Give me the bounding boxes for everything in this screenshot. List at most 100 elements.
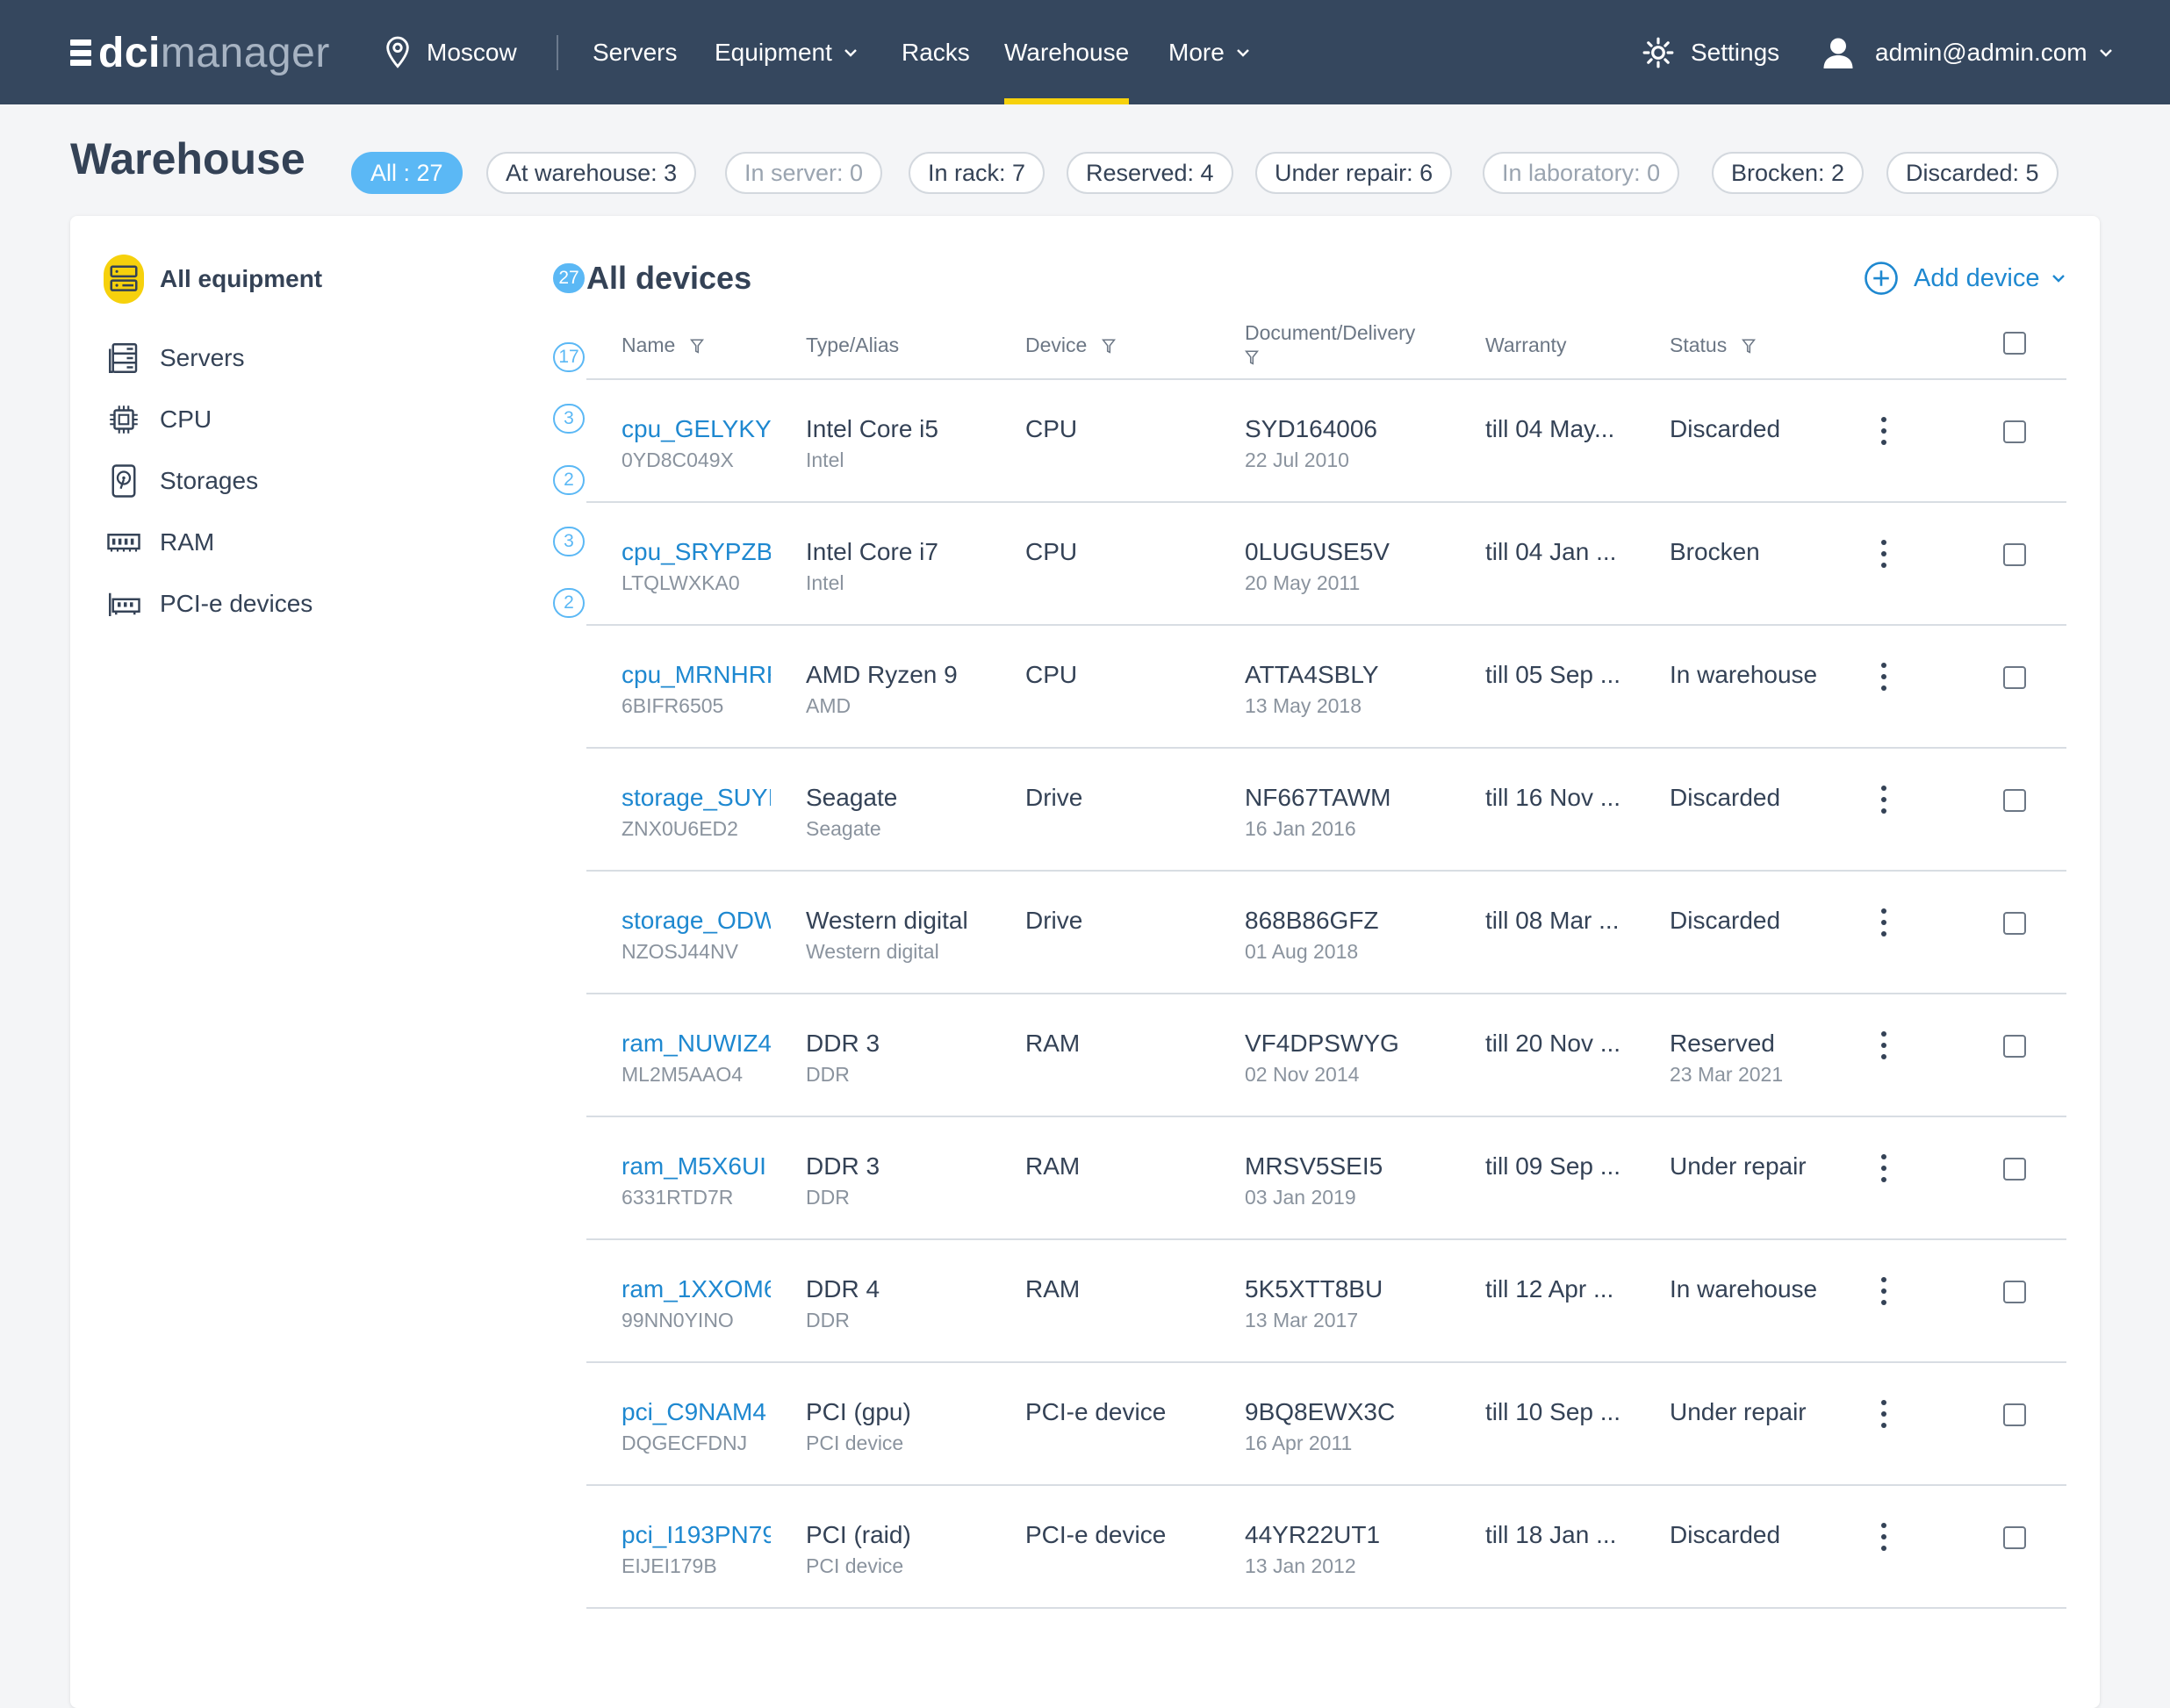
select-all-checkbox[interactable] (2003, 332, 2026, 355)
row-checkbox[interactable] (2003, 912, 2026, 935)
settings-label: Settings (1691, 38, 1780, 66)
device-serial: ML2M5AAO4 (622, 1063, 744, 1086)
column-header-device[interactable]: Device (1025, 334, 1116, 357)
warranty-value: till 08 Mar ... (1485, 907, 1620, 934)
column-header-type[interactable]: Type/Alias (806, 334, 899, 357)
sidebar-item-cpu[interactable]: CPU 3 (104, 393, 585, 446)
chevron-down-icon (2051, 275, 2065, 283)
device-kind: Drive (1025, 907, 1083, 934)
more-actions-icon[interactable] (1880, 417, 1887, 449)
filter-at-warehouse[interactable]: At warehouse: 3 (486, 152, 697, 194)
row-checkbox[interactable] (2003, 1035, 2026, 1058)
filter-in-server[interactable]: In server: 0 (725, 152, 883, 194)
table-row[interactable]: cpu_GELYKYS 0YD8C049X Intel Core i5 Intel CP… (586, 380, 2066, 503)
more-actions-icon[interactable] (1880, 1400, 1887, 1432)
sidebar-item-all-equipment[interactable]: All equipment 27 (104, 253, 585, 305)
more-actions-icon[interactable] (1880, 663, 1887, 694)
user-menu[interactable]: admin@admin.com (1822, 0, 2114, 104)
device-name-link[interactable]: cpu_GELYKYS (622, 415, 771, 443)
filter-in-rack[interactable]: In rack: 7 (909, 152, 1045, 194)
device-name-link[interactable]: ram_M5X6UI (622, 1152, 771, 1181)
table-row[interactable]: ram_1XXOM6 99NN0YINO DDR 4 DDR RAM 5K5XTT8BU 1… (586, 1240, 2066, 1363)
table-row[interactable]: pci_I193PN79 EIJEI179B PCI (raid) PCI devic… (586, 1486, 2066, 1609)
filter-brocken[interactable]: Brocken: 2 (1712, 152, 1865, 194)
table-row[interactable]: cpu_MRNHRF 6BIFR6505 AMD Ryzen 9 AMD CPU ATTA… (586, 626, 2066, 749)
sidebar-item-label: Storages (160, 467, 259, 494)
more-actions-icon[interactable] (1880, 908, 1887, 940)
filter-icon[interactable] (1741, 339, 1756, 355)
row-checkbox[interactable] (2003, 1158, 2026, 1181)
filter-under-repair[interactable]: Under repair: 6 (1255, 152, 1453, 194)
nav-equipment[interactable]: Equipment (715, 0, 859, 104)
sidebar-item-pci-devices[interactable]: PCI-e devices 2 (104, 578, 585, 630)
device-type: AMD Ryzen 9 (806, 661, 958, 688)
column-header-name[interactable]: Name (622, 334, 704, 357)
count-badge: 3 (553, 404, 585, 434)
device-name-link[interactable]: pci_I193PN79 (622, 1521, 771, 1549)
filter-icon[interactable] (1244, 350, 1260, 366)
device-name-link[interactable]: cpu_SRYPZBD (622, 538, 771, 566)
filter-icon[interactable] (1101, 339, 1116, 355)
device-serial: 99NN0YINO (622, 1309, 734, 1331)
table-row[interactable]: storage_ODW NZOSJ44NV Western digital Weste… (586, 872, 2066, 994)
sidebar-item-ram[interactable]: RAM 3 (104, 516, 585, 569)
device-name-link[interactable]: cpu_MRNHRF (622, 661, 771, 689)
more-actions-icon[interactable] (1880, 540, 1887, 571)
row-checkbox[interactable] (2003, 1281, 2026, 1303)
row-checkbox[interactable] (2003, 666, 2026, 689)
warehouse-card: All equipment 27 Servers 17 CPU 3 Storag… (70, 216, 2100, 1708)
filter-all[interactable]: All : 27 (351, 152, 463, 194)
row-checkbox[interactable] (2003, 1403, 2026, 1426)
more-actions-icon[interactable] (1880, 1031, 1887, 1063)
delivery-date: 01 Aug 2018 (1245, 940, 1359, 963)
table-row[interactable]: ram_M5X6UI 6331RTD7R DDR 3 DDR RAM MRSV5SEI5 0… (586, 1117, 2066, 1240)
delivery-date: 16 Apr 2011 (1245, 1432, 1353, 1454)
filter-in-laboratory[interactable]: In laboratory: 0 (1483, 152, 1680, 194)
cpu-icon (104, 399, 144, 440)
location-selector[interactable]: Moscow (383, 0, 517, 104)
device-name-link[interactable]: ram_NUWIZ4 (622, 1030, 771, 1058)
table-row[interactable]: cpu_SRYPZBD LTQLWXKA0 Intel Core i7 Intel CP… (586, 503, 2066, 626)
row-checkbox[interactable] (2003, 420, 2026, 443)
column-header-status[interactable]: Status (1670, 334, 1756, 357)
device-type: DDR 3 (806, 1030, 880, 1057)
more-actions-icon[interactable] (1880, 1277, 1887, 1309)
document-number: 44YR22UT1 (1245, 1521, 1381, 1548)
row-checkbox[interactable] (2003, 543, 2026, 566)
device-name-link[interactable]: ram_1XXOM6 (622, 1275, 771, 1303)
filter-icon[interactable] (689, 339, 704, 355)
table-row[interactable]: storage_SUYI ZNX0U6ED2 Seagate Seagate Drive… (586, 749, 2066, 872)
plus-circle-icon (1865, 262, 1898, 295)
row-checkbox[interactable] (2003, 1526, 2026, 1549)
logo-text-dci: dci (98, 29, 161, 76)
nav-racks[interactable]: Racks (902, 0, 970, 104)
user-email: admin@admin.com (1875, 38, 2087, 66)
nav-warehouse[interactable]: Warehouse (1004, 0, 1129, 104)
device-kind: RAM (1025, 1152, 1081, 1180)
filter-reserved[interactable]: Reserved: 4 (1067, 152, 1233, 194)
filter-discarded[interactable]: Discarded: 5 (1886, 152, 2059, 194)
nav-more[interactable]: More (1168, 0, 1251, 104)
app-logo[interactable]: dci manager (70, 26, 330, 79)
sidebar-item-storages[interactable]: Storages 2 (104, 455, 585, 507)
row-checkbox[interactable] (2003, 789, 2026, 812)
add-device-button[interactable]: Add device (1863, 260, 2066, 297)
header-label: Device (1025, 334, 1088, 356)
chevron-down-icon (1236, 48, 1249, 57)
device-serial: DQGECFDNJ (622, 1432, 748, 1454)
settings-button[interactable]: Settings (1642, 0, 1779, 104)
device-name-link[interactable]: storage_ODW (622, 907, 771, 935)
device-name-link[interactable]: storage_SUYI (622, 784, 771, 812)
column-header-document[interactable]: Document/Delivery (1244, 321, 1415, 369)
nav-servers[interactable]: Servers (593, 0, 677, 104)
table-row[interactable]: ram_NUWIZ4 ML2M5AAO4 DDR 3 DDR RAM VF4DPSWYG 0… (586, 994, 2066, 1117)
more-actions-icon[interactable] (1880, 1154, 1887, 1186)
more-actions-icon[interactable] (1880, 786, 1887, 817)
sidebar-item-servers[interactable]: Servers 17 (104, 332, 585, 384)
chevron-down-icon (2099, 48, 2112, 57)
document-number: SYD164006 (1245, 415, 1378, 442)
column-header-warranty[interactable]: Warranty (1485, 334, 1566, 357)
device-name-link[interactable]: pci_C9NAM4 (622, 1398, 771, 1426)
more-actions-icon[interactable] (1880, 1523, 1887, 1554)
table-row[interactable]: pci_C9NAM4 DQGECFDNJ PCI (gpu) PCI device PC… (586, 1363, 2066, 1486)
